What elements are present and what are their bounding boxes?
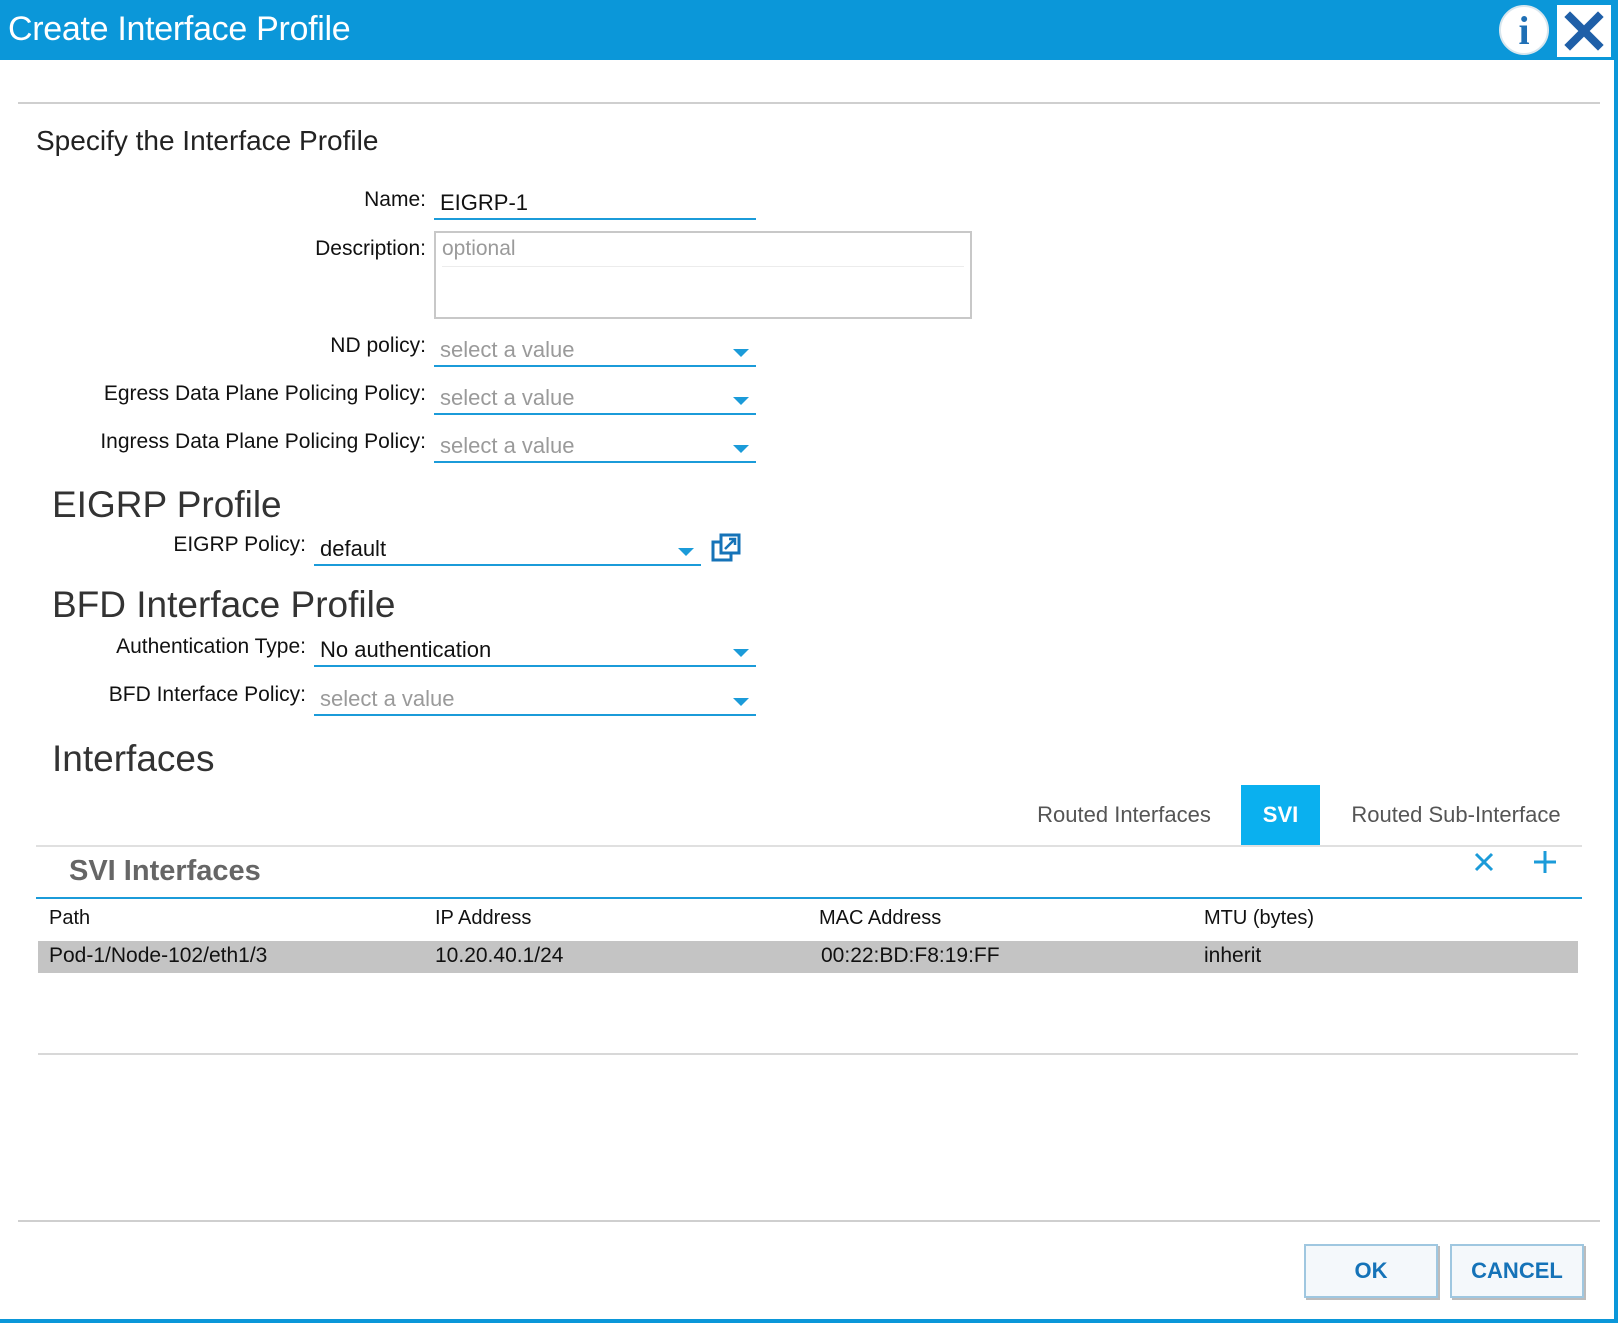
section-title-bfd: BFD Interface Profile bbox=[52, 584, 396, 625]
dialog-border-bottom bbox=[0, 1319, 1618, 1323]
close-x-glyph bbox=[1564, 11, 1604, 51]
auth-type-select[interactable]: No authentication bbox=[314, 635, 756, 667]
ingress-policy-label: Ingress Data Plane Policing Policy: bbox=[100, 430, 426, 453]
section-title-interface-profile: Specify the Interface Profile bbox=[36, 125, 379, 156]
chevron-down-icon[interactable] bbox=[678, 548, 694, 556]
eigrp-policy-value: default bbox=[320, 536, 387, 561]
nd-policy-label: ND policy: bbox=[330, 334, 426, 357]
svi-table-title: SVI Interfaces bbox=[69, 855, 261, 887]
eigrp-policy-select[interactable]: default bbox=[314, 534, 701, 566]
table-bottom-line bbox=[38, 1053, 1578, 1055]
eigrp-policy-label: EIGRP Policy: bbox=[173, 533, 306, 556]
ok-button[interactable]: OK bbox=[1304, 1244, 1438, 1298]
add-icon[interactable] bbox=[1531, 848, 1559, 876]
section-title-interfaces: Interfaces bbox=[52, 738, 215, 779]
column-header-ip-address[interactable]: IP Address bbox=[435, 907, 531, 930]
bottom-divider bbox=[18, 1220, 1600, 1222]
cancel-button[interactable]: CANCEL bbox=[1450, 1244, 1584, 1298]
open-policy-icon[interactable] bbox=[711, 533, 741, 563]
section-title-eigrp: EIGRP Profile bbox=[52, 484, 282, 525]
dialog-border-right bbox=[1614, 60, 1618, 1323]
tab-svi[interactable]: SVI bbox=[1241, 785, 1320, 845]
nd-policy-placeholder: select a value bbox=[440, 337, 575, 362]
dialog-title: Create Interface Profile bbox=[8, 10, 351, 48]
table-cell-mac-address: 00:22:BD:F8:19:FF bbox=[821, 944, 1000, 967]
column-header-path[interactable]: Path bbox=[49, 907, 90, 930]
chevron-down-icon[interactable] bbox=[733, 349, 749, 357]
top-divider bbox=[18, 102, 1600, 104]
description-placeholder: optional bbox=[442, 237, 516, 260]
ingress-policy-placeholder: select a value bbox=[440, 433, 575, 458]
name-label: Name: bbox=[364, 188, 426, 211]
egress-policy-label: Egress Data Plane Policing Policy: bbox=[103, 382, 426, 405]
column-header-mtu[interactable]: MTU (bytes) bbox=[1204, 907, 1314, 930]
description-label: Description: bbox=[315, 237, 426, 260]
tab-routed-interfaces[interactable]: Routed Interfaces bbox=[1024, 785, 1224, 845]
tab-routed-sub-interface[interactable]: Routed Sub-Interface bbox=[1340, 785, 1572, 845]
auth-type-value: No authentication bbox=[320, 637, 492, 662]
table-cell-mtu: inherit bbox=[1204, 944, 1262, 967]
tabs-divider bbox=[36, 845, 1582, 847]
column-header-mac-address[interactable]: MAC Address bbox=[819, 907, 941, 930]
bfd-policy-placeholder: select a value bbox=[320, 686, 455, 711]
bfd-policy-label: BFD Interface Policy: bbox=[108, 683, 306, 706]
info-icon[interactable]: i bbox=[1499, 5, 1549, 55]
table-cell-path: Pod-1/Node-102/eth1/3 bbox=[49, 944, 268, 967]
table-row[interactable] bbox=[38, 941, 1578, 973]
egress-policy-select[interactable]: select a value bbox=[434, 383, 756, 415]
chevron-down-icon[interactable] bbox=[733, 649, 749, 657]
chevron-down-icon[interactable] bbox=[733, 445, 749, 453]
delete-icon[interactable] bbox=[1470, 848, 1498, 876]
auth-type-label: Authentication Type: bbox=[116, 635, 306, 658]
chevron-down-icon[interactable] bbox=[733, 397, 749, 405]
egress-policy-placeholder: select a value bbox=[440, 385, 575, 410]
close-icon[interactable] bbox=[1557, 5, 1611, 57]
nd-policy-select[interactable]: select a value bbox=[434, 335, 756, 367]
dialog-titlebar: Create Interface Profile bbox=[0, 0, 1618, 60]
chevron-down-icon[interactable] bbox=[733, 698, 749, 706]
description-textarea[interactable]: optional bbox=[434, 231, 972, 319]
name-input[interactable]: EIGRP-1 bbox=[434, 188, 756, 220]
table-cell-ip-address: 10.20.40.1/24 bbox=[435, 944, 564, 967]
bfd-policy-select[interactable]: select a value bbox=[314, 684, 756, 716]
ingress-policy-select[interactable]: select a value bbox=[434, 431, 756, 463]
svi-table-header-line bbox=[36, 897, 1582, 899]
textarea-inner-line bbox=[442, 266, 964, 267]
